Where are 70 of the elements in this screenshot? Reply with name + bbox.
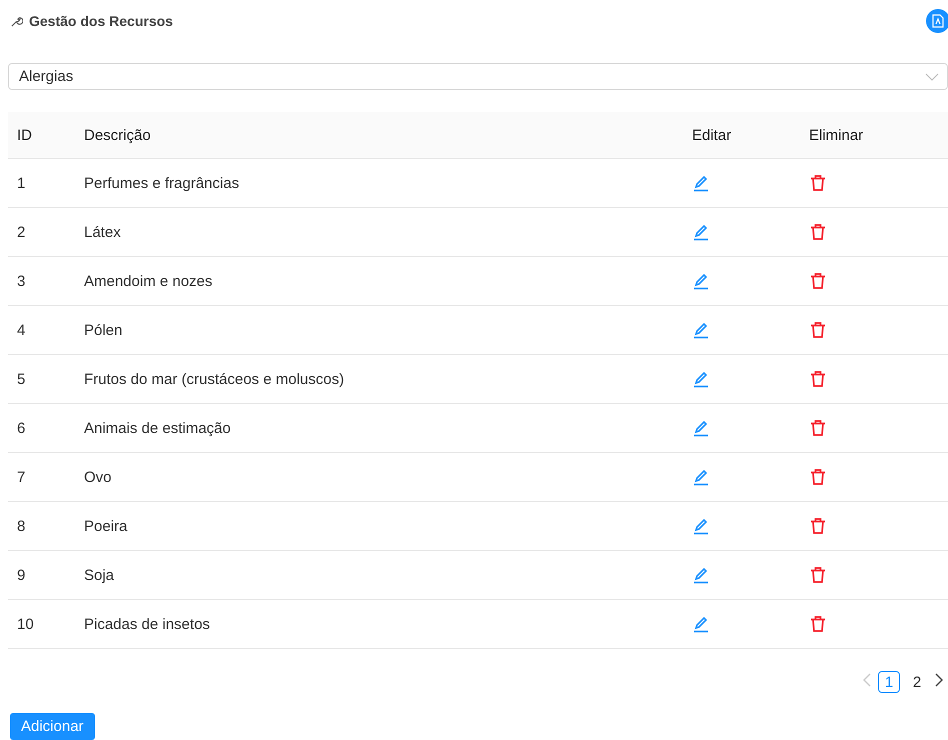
- table-cell-text: 8: [16, 518, 26, 535]
- wrench-icon: [10, 14, 23, 28]
- edit-button[interactable]: [692, 419, 710, 438]
- table-cell-text: Perfumes e fragrâncias: [83, 174, 240, 192]
- table-cell-text: 3: [16, 272, 26, 290]
- table-cell-text: 5: [16, 370, 26, 388]
- trash-icon: [809, 321, 827, 340]
- trash-icon: [809, 468, 827, 486]
- table-cell-text: 2: [16, 224, 26, 241]
- column-header: ID: [16, 126, 33, 144]
- delete-button[interactable]: [809, 174, 827, 192]
- pencil-icon: [692, 517, 710, 536]
- delete-button[interactable]: [809, 272, 827, 290]
- trash-icon: [809, 517, 827, 536]
- pencil-icon: [692, 468, 710, 486]
- delete-button[interactable]: [809, 321, 827, 340]
- table-cell-text: 4: [16, 322, 26, 339]
- edit-button[interactable]: [692, 517, 710, 536]
- table-cell-text: 10: [16, 616, 35, 633]
- edit-button[interactable]: [692, 370, 710, 388]
- pencil-icon: [692, 174, 710, 192]
- delete-button[interactable]: [809, 517, 827, 536]
- trash-icon: [809, 370, 827, 388]
- table-cell-text: Amendoim e nozes: [83, 272, 214, 290]
- pdf-file-icon: [932, 14, 944, 28]
- chevron-down-icon: [925, 72, 939, 82]
- edit-button[interactable]: [692, 223, 710, 242]
- delete-button[interactable]: [809, 615, 827, 634]
- column-header: Eliminar: [808, 126, 864, 144]
- table-cell-text: 9: [16, 566, 26, 584]
- table-cell-text: 1: [16, 174, 26, 192]
- page-title: Gestão dos Recursos: [29, 13, 173, 30]
- edit-button[interactable]: [692, 566, 710, 584]
- pdf-export-button[interactable]: [926, 9, 948, 34]
- delete-button[interactable]: [809, 468, 827, 486]
- table-cell-text: Látex: [83, 224, 122, 241]
- pencil-icon: [692, 566, 710, 584]
- trash-icon: [809, 174, 827, 192]
- edit-button[interactable]: [692, 272, 710, 290]
- delete-button[interactable]: [809, 566, 827, 584]
- table-cell-text: Pólen: [83, 322, 124, 339]
- pencil-icon: [692, 419, 710, 438]
- delete-button[interactable]: [809, 419, 827, 438]
- edit-button[interactable]: [692, 468, 710, 486]
- table-cell-text: 6: [16, 420, 26, 437]
- delete-button[interactable]: [809, 370, 827, 388]
- table-cell-text: 7: [16, 468, 26, 486]
- table-cell-text: Poeira: [83, 518, 128, 535]
- trash-icon: [809, 223, 827, 242]
- edit-button[interactable]: [692, 615, 710, 634]
- table-cell-text: Ovo: [83, 468, 113, 486]
- trash-icon: [809, 419, 827, 438]
- trash-icon: [809, 566, 827, 584]
- pencil-icon: [692, 321, 710, 340]
- pencil-icon: [692, 615, 710, 634]
- column-header: Descrição: [83, 126, 152, 144]
- column-header: Editar: [691, 126, 732, 144]
- table-cell-text: Animais de estimação: [83, 420, 232, 437]
- category-select[interactable]: Alergias: [8, 63, 948, 90]
- pencil-icon: [692, 223, 710, 242]
- table-cell-text: Frutos do mar (crustáceos e moluscos): [83, 370, 346, 388]
- edit-button[interactable]: [692, 174, 710, 192]
- trash-icon: [809, 615, 827, 634]
- pencil-icon: [692, 370, 710, 388]
- table-cell-text: Picadas de insetos: [83, 616, 211, 633]
- table-cell-text: Soja: [83, 566, 116, 584]
- edit-button[interactable]: [692, 321, 710, 340]
- delete-button[interactable]: [809, 223, 827, 242]
- pencil-icon: [692, 272, 710, 290]
- trash-icon: [809, 272, 827, 290]
